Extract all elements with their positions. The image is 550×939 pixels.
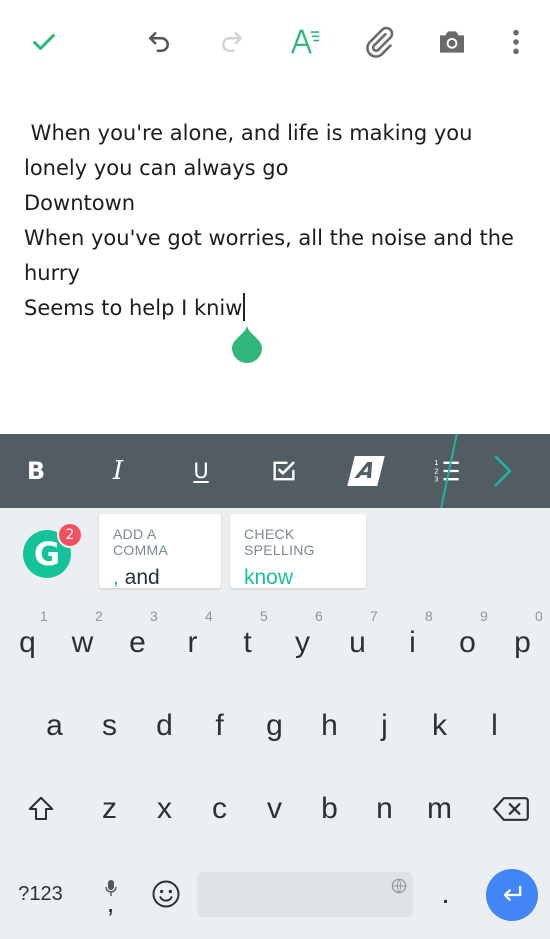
key-number-hint: 2 bbox=[95, 608, 103, 624]
undo-icon[interactable] bbox=[137, 20, 181, 64]
svg-text:3: 3 bbox=[434, 476, 438, 484]
suggestion-title: ADD A COMMA bbox=[113, 526, 169, 558]
key-a[interactable]: a bbox=[27, 695, 82, 757]
note-editor[interactable]: When you're alone, and life is making yo… bbox=[24, 116, 524, 326]
microphone-icon bbox=[104, 872, 117, 904]
key-c[interactable]: c bbox=[192, 778, 247, 840]
format-bar: B I U A 123 bbox=[0, 434, 550, 508]
bold-button[interactable]: B bbox=[14, 449, 58, 493]
key-n[interactable]: n bbox=[357, 778, 412, 840]
key-h[interactable]: h bbox=[302, 695, 357, 757]
space-bar[interactable] bbox=[197, 872, 413, 917]
editor-line-last: Seems to help I kniw bbox=[24, 291, 524, 326]
editor-line: When you're alone, and life is making yo… bbox=[24, 121, 473, 145]
key-x[interactable]: x bbox=[137, 778, 192, 840]
key-number-hint: 7 bbox=[370, 608, 378, 624]
editor-line: hurry bbox=[24, 261, 80, 285]
text-cursor bbox=[243, 293, 246, 321]
key-number-hint: 3 bbox=[150, 608, 158, 624]
suggestion-card-comma[interactable]: ADD A COMMA , and bbox=[99, 514, 221, 590]
backspace-key[interactable] bbox=[483, 778, 538, 840]
shift-icon bbox=[28, 796, 53, 820]
backspace-icon bbox=[492, 797, 529, 821]
svg-text:1: 1 bbox=[434, 459, 438, 467]
globe-icon bbox=[391, 878, 407, 894]
enter-icon bbox=[503, 885, 522, 901]
editor-line-text: Seems to help I kniw bbox=[24, 296, 243, 320]
editor-line: lonely you can always go bbox=[24, 156, 289, 180]
chevron-right-icon[interactable] bbox=[484, 449, 524, 493]
more-vert-icon[interactable] bbox=[494, 20, 538, 64]
comma-key[interactable]: , bbox=[83, 863, 138, 925]
emoji-icon bbox=[152, 880, 179, 908]
suggestion-card-spelling[interactable]: CHECK SPELLING know bbox=[230, 514, 366, 590]
italic-button[interactable]: I bbox=[96, 449, 140, 493]
checkbox-icon[interactable] bbox=[262, 449, 306, 493]
key-v[interactable]: v bbox=[247, 778, 302, 840]
suggestion-accent: know bbox=[244, 566, 294, 589]
grammarly-badge: 2 bbox=[57, 522, 83, 548]
key-number-hint: 1 bbox=[40, 608, 48, 624]
attach-icon[interactable] bbox=[357, 20, 401, 64]
redo-icon[interactable] bbox=[210, 20, 254, 64]
key-l[interactable]: l bbox=[467, 695, 522, 757]
camera-icon[interactable] bbox=[430, 20, 474, 64]
suggestion-title: CHECK SPELLING bbox=[244, 526, 315, 558]
suggestion-body: know bbox=[244, 566, 352, 590]
key-g[interactable]: g bbox=[247, 695, 302, 757]
key-f[interactable]: f bbox=[192, 695, 247, 757]
text-style-button[interactable]: A bbox=[344, 449, 388, 493]
text-format-icon[interactable] bbox=[283, 20, 327, 64]
editor-line: When you've got worries, all the noise a… bbox=[24, 226, 514, 250]
key-number-hint: 9 bbox=[480, 608, 488, 624]
key-j[interactable]: j bbox=[357, 695, 412, 757]
key-d[interactable]: d bbox=[137, 695, 192, 757]
cursor-handle-icon[interactable] bbox=[231, 325, 263, 363]
suggestion-body: , and bbox=[113, 566, 207, 590]
key-number-hint: 8 bbox=[425, 608, 433, 624]
key-k[interactable]: k bbox=[412, 695, 467, 757]
enter-key[interactable] bbox=[486, 869, 538, 921]
key-number-hint: 6 bbox=[315, 608, 323, 624]
top-toolbar bbox=[0, 0, 550, 82]
key-m[interactable]: m bbox=[412, 778, 467, 840]
editor-line: Downtown bbox=[24, 191, 136, 215]
period-key[interactable]: . bbox=[418, 863, 473, 925]
key-number-hint: 4 bbox=[205, 608, 213, 624]
key-number-hint: 5 bbox=[260, 608, 268, 624]
underline-button[interactable]: U bbox=[179, 449, 223, 493]
key-number-hint: 0 bbox=[535, 608, 543, 624]
key-s[interactable]: s bbox=[82, 695, 137, 757]
key-b[interactable]: b bbox=[302, 778, 357, 840]
key-z[interactable]: z bbox=[82, 778, 137, 840]
symbols-key[interactable]: ?123 bbox=[13, 863, 68, 925]
text-style-icon: A bbox=[347, 456, 385, 486]
suggestion-text: and bbox=[118, 566, 160, 589]
emoji-key[interactable] bbox=[138, 863, 193, 925]
check-icon[interactable] bbox=[22, 20, 66, 64]
svg-text:2: 2 bbox=[434, 467, 438, 475]
shift-key[interactable] bbox=[13, 778, 68, 840]
